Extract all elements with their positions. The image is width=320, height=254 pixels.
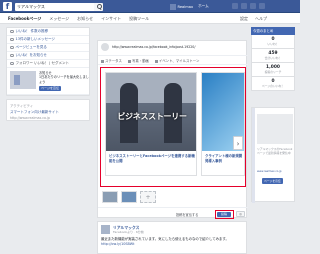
avatar [101, 43, 109, 51]
home-link[interactable]: ホーム [198, 4, 209, 9]
link-url-text[interactable]: http://www.realmax.co.jp/facebook_info/p… [112, 45, 246, 49]
preview-title[interactable]: クライアント様の新規開発導入事例 [205, 154, 244, 163]
privacy-icon[interactable] [259, 3, 265, 9]
pencil-icon [101, 59, 104, 63]
post-meta: Facebookより · 6分前 [113, 230, 144, 234]
tab-settings[interactable]: 設定 [240, 16, 248, 22]
like-icon [10, 29, 14, 34]
composer-footer: 投稿を宣伝する 投稿 ◎ [98, 207, 248, 219]
stat-row[interactable]: フォロワー いいね！ | セグメント [7, 60, 89, 68]
stat-row[interactable]: いいね！をお知らせ [7, 52, 89, 60]
summary-stat[interactable]: 0 ページのいいね！ [251, 77, 295, 91]
right-column: 今週のまとめ 0 いいね！ 459 合計いいね！ 1,000 投稿のリーチ 0 … [251, 27, 295, 203]
page-tabs-bar: Facebookページ メッセージ お知らせ インサイト 投稿ツール 設定 ヘル… [0, 13, 300, 24]
summary-stat[interactable]: 1,000 投稿のリーチ [251, 63, 295, 77]
search-input[interactable]: リアルマックス [15, 2, 95, 11]
stat-label: 合計いいね！ [264, 56, 282, 60]
tab-notifications[interactable]: お知らせ [77, 16, 93, 22]
preview-image-caption: ビジネスストーリー [117, 112, 187, 121]
calendar-icon [154, 59, 158, 63]
stat-label: いいね！ 件数の推移 [15, 29, 49, 33]
tab-publishing-tools[interactable]: 投稿ツール [129, 16, 149, 22]
post-button-highlight: 投稿 [215, 209, 234, 219]
tab-help[interactable]: ヘルプ [255, 16, 267, 22]
side-promo-url[interactable]: www.realmax.co.jp [257, 170, 282, 173]
weekly-summary-header: 今週のまとめ [251, 27, 295, 35]
thumbnail[interactable] [121, 191, 137, 203]
tab-photo-video[interactable]: 写真・動画 [127, 58, 149, 63]
post-body: 最近また新機能が実装されています。気にしたら使えるものなので紹介してみます。 h… [101, 237, 245, 246]
stat-row[interactable]: 13件の新しいメッセージ [7, 36, 89, 44]
post-link[interactable]: http://ow.ly/10SBWt [101, 242, 134, 246]
activity-link[interactable]: スマートフォン向け最新サイト [10, 110, 86, 115]
thumbnail[interactable] [102, 191, 118, 203]
message-icon [10, 37, 14, 42]
camera-icon [127, 59, 131, 63]
activity-panel: アクティビティ スマートフォン向け最新サイト http://www.realma… [6, 99, 90, 121]
preview-image: ビジネスストーリー [106, 73, 196, 151]
side-promo-text: リアルマックスのFacebookページで最新情報を発信中 [257, 147, 293, 155]
page-stats-panel: いいね！ 件数の推移 13件の新しいメッセージ ページビューを見る いいね！をお… [6, 27, 90, 96]
globe-icon[interactable]: ◎ [236, 211, 245, 217]
link-preview-carousel: ビジネスストーリー ビジネスストーリーとFacebookページを連携する新機能を… [100, 67, 246, 187]
search-icon[interactable] [94, 2, 103, 11]
thumbnail-strip: + [102, 191, 156, 203]
activity-url: http://www.realmax.co.jp [10, 116, 50, 120]
promo-description: 1日あたりのリーチを最大化しましょう [39, 75, 89, 84]
tab-insights[interactable]: インサイト [101, 16, 121, 22]
post-text: 最近また新機能が実装されています。気にしたら使えるものなので紹介してみます。 [101, 237, 229, 241]
stat-label: ページのいいね！ [261, 84, 285, 88]
eye-icon [10, 45, 14, 50]
promo-block: お知らせ 1日あたりのリーチを最大化しましょう ページを宣伝 [7, 68, 89, 95]
stat-label: 投稿のリーチ [264, 70, 282, 74]
stat-label: 13件の新しいメッセージ [15, 37, 55, 41]
summary-stat[interactable]: 0 いいね！ [251, 35, 295, 49]
promo-text: お知らせ 1日あたりのリーチを最大化しましょう [39, 71, 89, 84]
tab-status-label: ステータス [105, 59, 122, 63]
tab-messages[interactable]: メッセージ [49, 16, 69, 22]
bell-icon [10, 53, 14, 58]
link-preview-card[interactable]: ビジネスストーリー ビジネスストーリーとFacebookページを連携する新機能を… [105, 72, 197, 176]
carousel-next-icon[interactable]: › [233, 136, 243, 150]
tab-page[interactable]: Facebookページ [8, 16, 41, 22]
stat-label: フォロワー いいね！ | セグメント [15, 61, 70, 65]
tab-event-label: イベント、マイルストーン [158, 59, 200, 63]
user-name[interactable]: Realmax [178, 5, 194, 9]
avatar[interactable] [101, 225, 110, 234]
friends-icon[interactable] [232, 3, 238, 9]
promote-page-button[interactable]: ページを宣伝 [262, 178, 283, 184]
stat-label: いいね！ [267, 42, 279, 46]
activity-heading: アクティビティ [10, 104, 34, 108]
preview-title[interactable]: ビジネスストーリーとFacebookページを連携する新機能を公開 [109, 154, 195, 163]
tab-event[interactable]: イベント、マイルストーン [154, 58, 200, 63]
stat-label: いいね！をお知らせ [15, 53, 47, 57]
promo-image [257, 114, 293, 144]
tab-photo-label: 写真・動画 [131, 59, 149, 63]
link-preview-card[interactable]: クライアント様の新規開発導入事例 [201, 72, 245, 176]
left-column: いいね！ 件数の推移 13件の新しいメッセージ ページビューを見る いいね！をお… [6, 27, 90, 121]
feed-post: リアルマックス Facebookより · 6分前 最近また新機能が実装されていま… [97, 221, 247, 254]
promote-page-button[interactable]: ページを宣伝 [39, 86, 61, 91]
messages-icon[interactable] [241, 3, 247, 9]
page-promo-side-panel: リアルマックスのFacebookページで最新情報を発信中 www.realmax… [251, 107, 295, 203]
notifications-icon[interactable] [250, 3, 256, 9]
summary-stat[interactable]: 459 合計いいね！ [251, 49, 295, 63]
composer-tabs: ステータス 写真・動画 イベント、マイルストーン [98, 55, 248, 65]
stat-row[interactable]: ページビューを見る [7, 44, 89, 52]
notification-icons [232, 3, 265, 9]
avatar [170, 3, 176, 10]
facebook-logo-icon[interactable]: f [3, 2, 12, 11]
tab-status[interactable]: ステータス [101, 58, 122, 63]
stat-label: ページビューを見る [15, 45, 47, 49]
people-icon [10, 61, 14, 66]
top-user[interactable]: Realmax ホーム [170, 3, 209, 10]
stat-row[interactable]: いいね！ 件数の推移 [7, 28, 89, 36]
add-thumbnail-button[interactable]: + [140, 191, 156, 203]
side-strip [252, 108, 255, 203]
top-bar: f リアルマックス Realmax ホーム [0, 0, 300, 13]
post-composer: http://www.realmax.co.jp/facebook_info/p… [97, 40, 248, 219]
boost-post-link[interactable]: 投稿を宣伝する [176, 212, 198, 217]
promo-image [10, 71, 36, 89]
post-button[interactable]: 投稿 [217, 211, 231, 217]
